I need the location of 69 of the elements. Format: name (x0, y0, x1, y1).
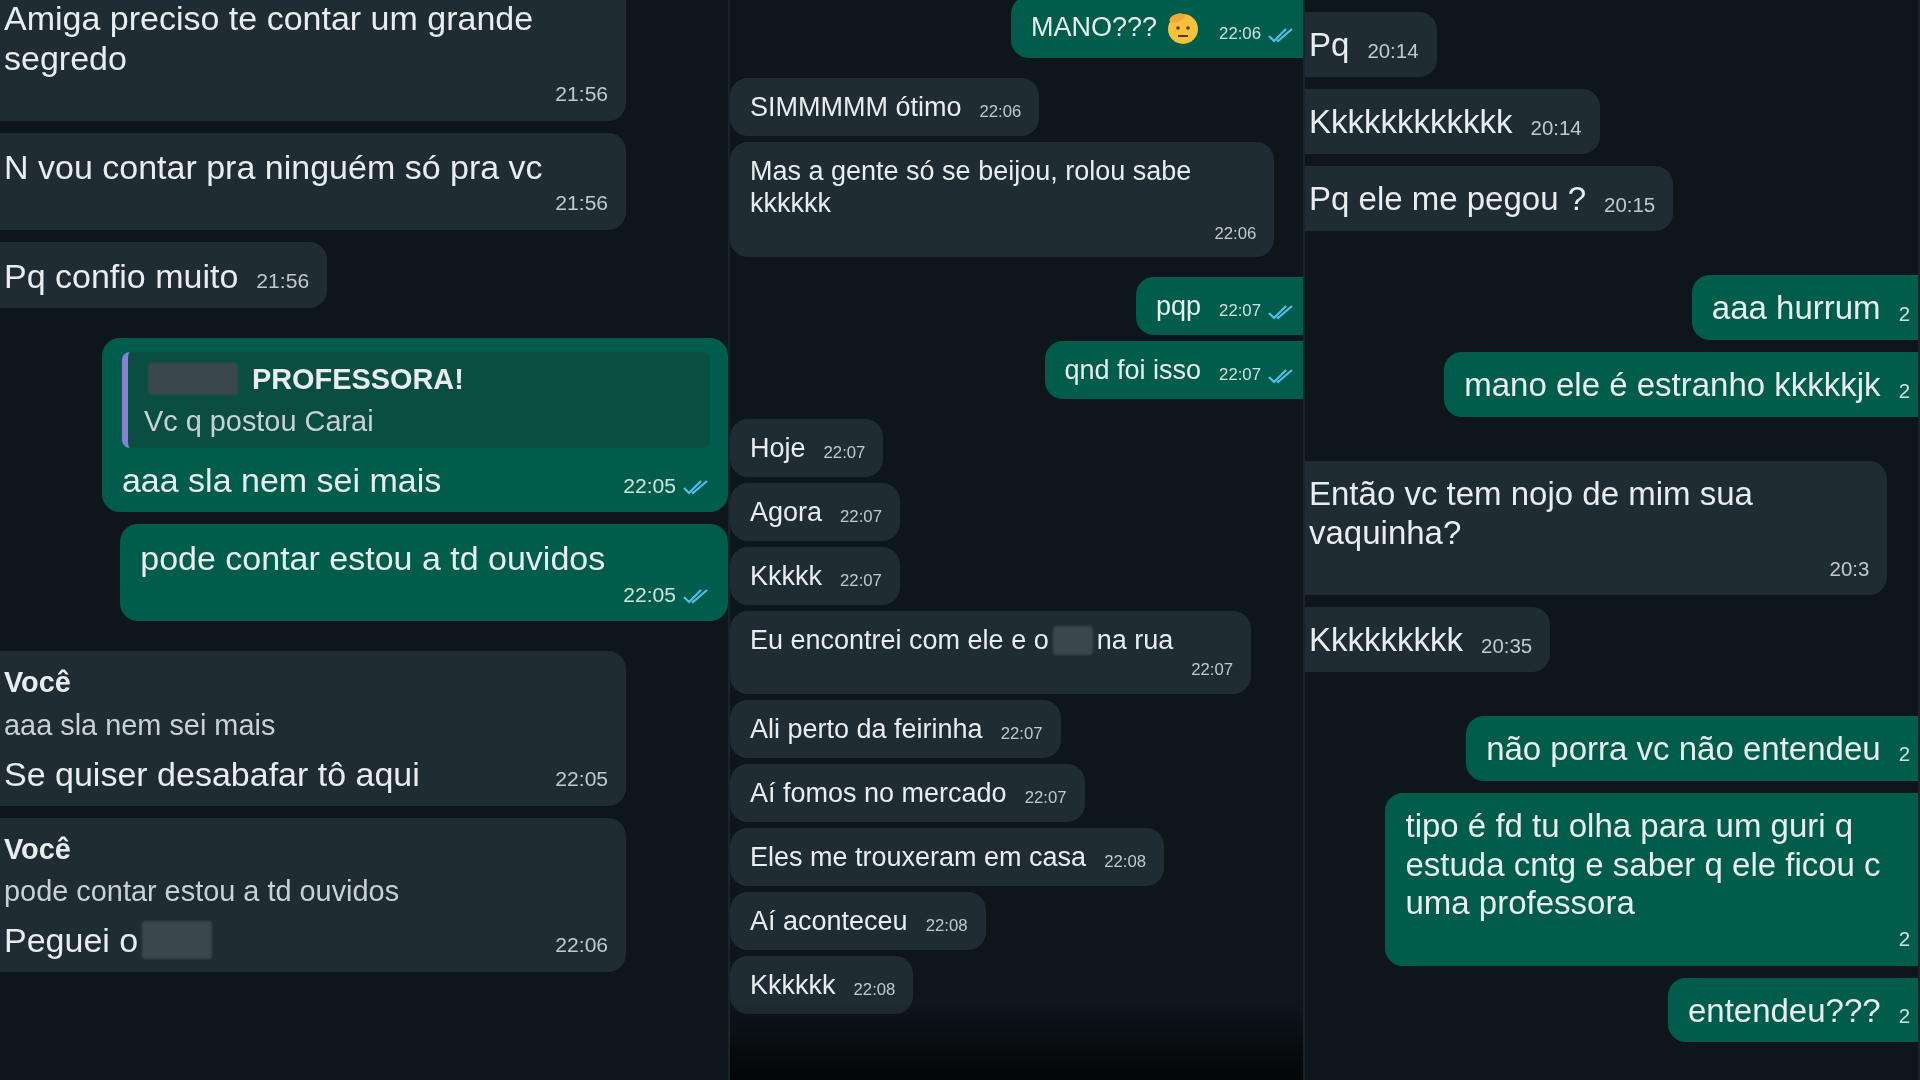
message-time: 22:07 (1191, 660, 1234, 682)
message-time: 21:56 (555, 82, 609, 108)
message-text: mano ele é estranho kkkkkjk (1464, 365, 1881, 405)
message-text: qnd foi isso (1064, 355, 1202, 388)
message-time: 22:05 (623, 473, 676, 499)
message-text: Pq ele me pegou ? (1309, 179, 1587, 219)
message-text: Aí aconteceu (750, 905, 908, 938)
message-time: 20:35 (1481, 633, 1533, 659)
message-text: Ali perto da feirinha (750, 714, 983, 747)
message-time: 22:06 (1214, 223, 1257, 245)
quote-author: Você (4, 665, 71, 700)
message-text: Kkkkk (750, 560, 822, 593)
message-text: Então vc tem nojo de mim sua vaquinha? (1309, 474, 1754, 553)
message-time: 22:07 (1219, 301, 1261, 323)
message-text: Mas a gente só se beijou, rolou sabe kkkkkk (750, 155, 1193, 220)
message-text: aaa sla nem sei mais (121, 460, 442, 501)
message-time: 2 (1898, 927, 1910, 953)
message-text: pode contar estou a td ouvidos (140, 538, 606, 579)
message-time: 2 (1898, 1004, 1910, 1030)
message-text: Peguei o (4, 920, 139, 961)
message-text: N vou contar pra ninguém só pra vc (4, 147, 543, 188)
message-text: Kkkkkk (750, 969, 836, 1002)
message-time: 20:14 (1530, 115, 1582, 141)
quote-text: aaa sla nem sei mais (4, 707, 277, 742)
message-text: Amiga preciso te contar um grande segredo (4, 0, 535, 79)
message-time: 22:07 (1219, 365, 1261, 387)
message-time: 22:06 (555, 933, 609, 959)
message-time: 20:14 (1367, 38, 1419, 64)
message-time: 22:06 (979, 102, 1022, 124)
message-text: Se quiser desabafar tô aqui (4, 753, 420, 794)
message-time: 22:07 (823, 443, 866, 465)
message-time: 2 (1898, 742, 1910, 768)
quote-text: pode contar estou a td ouvidos (4, 873, 401, 908)
message-text: pqp (1156, 291, 1202, 324)
message-time: 22:07 (840, 507, 882, 528)
message-time: 22:05 (623, 582, 676, 608)
message-text: tipo é fd tu olha para um guri q estuda cntg e saber q ele ficou c uma professora (1405, 806, 1881, 924)
message-text: aaa hurrum (1711, 288, 1881, 328)
message-text: não porra vc não entendeu (1486, 729, 1881, 769)
message-text: Hoje (750, 433, 806, 465)
message-text: na rua (1096, 624, 1174, 657)
message-time: 22:08 (925, 915, 968, 937)
message-text: SIMMMMM ótimo (750, 92, 962, 124)
message-text: Eles me trouxeram em casa (750, 841, 1087, 874)
message-time: 2 (1898, 301, 1910, 327)
message-time: 22:07 (1000, 724, 1043, 746)
message-time: 22:08 (853, 979, 896, 1001)
quote-text: Vc q postou Carai (143, 404, 375, 439)
message-time: 2 (1898, 378, 1910, 404)
message-time: 21:56 (555, 191, 609, 217)
message-text: Kkkkkkkkkkkk (1309, 102, 1513, 142)
message-text: Agora (750, 496, 823, 529)
message-text: Eu encontrei com ele e o (750, 624, 1049, 657)
message-time: 22:05 (555, 766, 609, 792)
message-text: Pq confio muito (4, 256, 239, 297)
message-text: Aí fomos no mercado (750, 778, 1007, 810)
message-time: 22:07 (840, 570, 882, 592)
message-time: 22:07 (1024, 788, 1067, 810)
message-time: 20:3 (1829, 556, 1870, 582)
message-text: Pq (1309, 26, 1350, 65)
message-time: 21:56 (256, 269, 310, 295)
quote-author: PROFESSORA! (251, 362, 464, 397)
message-text: MANO??? (1031, 12, 1158, 44)
message-time: 22:08 (1104, 852, 1146, 874)
quote-author: Você (4, 831, 71, 866)
message-time: 20:15 (1604, 192, 1656, 218)
message-text: entendeu??? (1687, 991, 1881, 1031)
message-time: 22:06 (1219, 24, 1261, 46)
message-text: Kkkkkkkkk (1309, 620, 1463, 660)
